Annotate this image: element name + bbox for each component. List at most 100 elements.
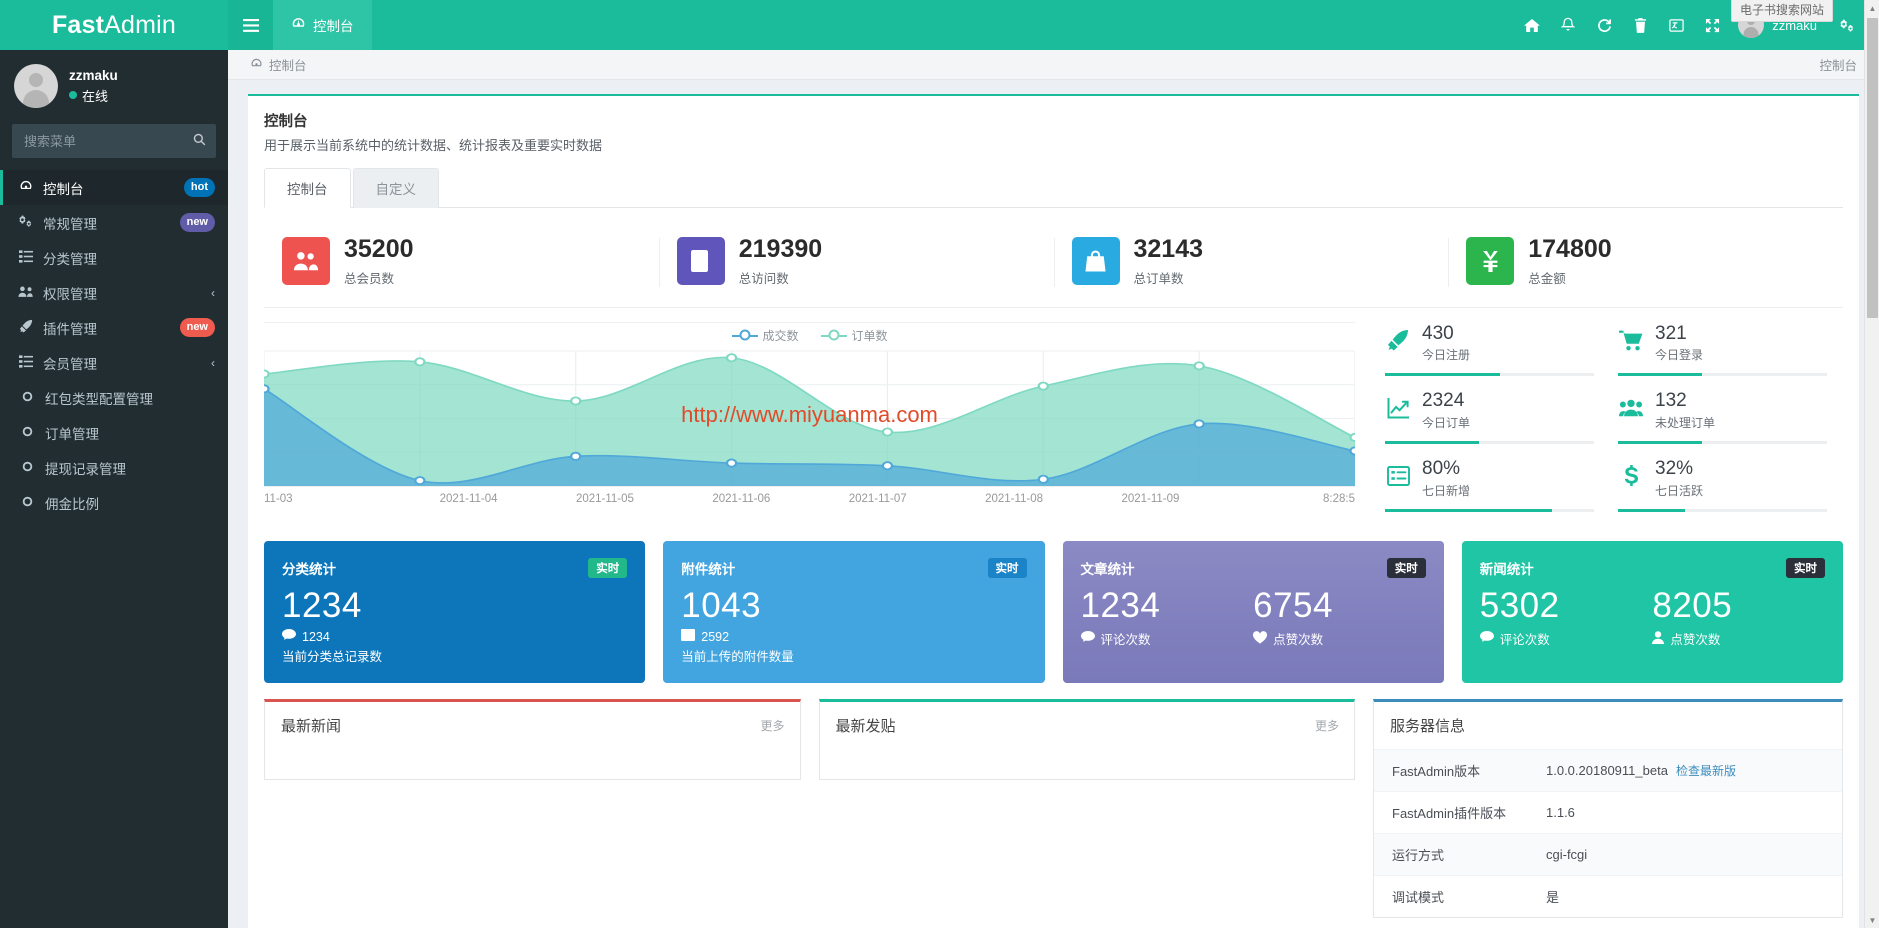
- server-info-value-cell: 是: [1534, 876, 1842, 918]
- sidebar-user-name: zzmaku: [69, 67, 118, 83]
- fullscreen-icon[interactable]: [1694, 0, 1730, 50]
- refresh-icon[interactable]: [1586, 0, 1622, 50]
- server-info-value-cell: 1.0.0.20180911_beta 检查最新版: [1534, 750, 1842, 792]
- kpi-text: 32% 七日活跃: [1655, 458, 1704, 499]
- x-tick-7: 8:28:5: [1323, 492, 1355, 505]
- stat-card-sub: 评论次数: [1080, 629, 1254, 648]
- kpi-content: 32% 七日活跃: [1618, 458, 1827, 509]
- check-latest-version-link[interactable]: 检查最新版: [1676, 764, 1736, 778]
- sidebar-user-panel[interactable]: zzmaku 在线: [0, 50, 228, 122]
- breadcrumb-label[interactable]: 控制台: [269, 55, 307, 74]
- gear-icon[interactable]: [1829, 0, 1865, 50]
- stat-card-title: 附件统计: [681, 562, 736, 578]
- brand-logo[interactable]: Fast Admin: [0, 0, 228, 50]
- stat-card-title: 新闻统计: [1479, 562, 1534, 578]
- home-icon[interactable]: [1514, 0, 1550, 50]
- online-dot-icon: [69, 91, 77, 99]
- stat-card-sub: 1234: [282, 629, 627, 644]
- page-scrollbar[interactable]: ▲ ▼: [1864, 0, 1879, 928]
- sidebar-item-label: 常规管理: [43, 216, 97, 232]
- topbar-tab-label: 控制台: [313, 19, 354, 34]
- circle-icon: [19, 425, 36, 440]
- stat-card-1[interactable]: 附件统计 实时 1043 2592 当前上传的附件数量: [663, 541, 1045, 684]
- sidebar-item-4[interactable]: 插件管理 new: [0, 310, 228, 345]
- circle-icon: [19, 460, 36, 475]
- server-info-key: FastAdmin版本: [1392, 764, 1481, 780]
- summary-stat-0: 35200 总会员数: [264, 224, 659, 307]
- app-root: FastAdmin zzmaku 在线 控制台 hot 常规管理 new 分类管理权限管…: [0, 0, 1879, 928]
- group-icon: [1618, 398, 1644, 424]
- sidebar-item-7[interactable]: 订单管理: [0, 415, 228, 450]
- summary-stat-text: 32143 总订单数: [1134, 235, 1204, 287]
- latest-news-more-link[interactable]: 更多: [760, 717, 784, 734]
- sidebar-item-1[interactable]: 常规管理 new: [0, 205, 228, 240]
- stat-card-header: 文章统计 实时: [1081, 558, 1426, 579]
- server-info-header: 服务器信息: [1374, 702, 1842, 749]
- stat-card-2[interactable]: 文章统计 实时 1234 评论次数 6754 点赞次数: [1062, 541, 1444, 684]
- legend-marker-icon: [731, 330, 758, 341]
- realtime-badge: 实时: [588, 558, 628, 579]
- bell-icon[interactable]: [1550, 0, 1586, 50]
- kpi-text: 2324 今日订单: [1422, 390, 1470, 431]
- sidebar-item-badge: new: [179, 213, 215, 232]
- stat-card-0[interactable]: 分类统计 实时 1234 1234 当前分类总记录数: [264, 541, 646, 684]
- trash-icon[interactable]: [1622, 0, 1658, 50]
- realtime-badge: 实时: [1386, 558, 1426, 579]
- dashboard-tabs: 控制台 自定义: [264, 168, 1843, 208]
- dashboard-icon: [291, 16, 306, 34]
- breadcrumb-left: 控制台: [250, 55, 307, 74]
- user-icon: [1652, 631, 1665, 647]
- stat-card-value: 8205: [1652, 586, 1733, 626]
- circle-icon: [19, 495, 36, 510]
- rocket-icon: [17, 319, 34, 336]
- stat-card-header: 新闻统计 实时: [1479, 558, 1825, 579]
- chevron-left-icon: ‹: [211, 285, 215, 300]
- circle-icon: [19, 390, 36, 405]
- sidebar-toggle-button[interactable]: [228, 0, 273, 50]
- scrollbar-thumb[interactable]: [1867, 18, 1878, 318]
- latest-posts-header: 最新发贴 更多: [820, 702, 1355, 749]
- stat-card-sub: 评论次数: [1479, 629, 1653, 648]
- legend-label: 订单数: [851, 328, 888, 343]
- scroll-up-icon[interactable]: ▲: [1865, 0, 1879, 16]
- sidebar-item-6[interactable]: 红包类型配置管理: [0, 380, 228, 415]
- server-info-value-cell: cgi-fcgi: [1534, 834, 1842, 876]
- kpi-label: 七日活跃: [1655, 484, 1704, 499]
- stat-card-description: 当前分类总记录数: [282, 650, 383, 665]
- sidebar-item-2[interactable]: 分类管理: [0, 240, 228, 275]
- topbar-tab-dashboard[interactable]: 控制台: [273, 0, 372, 50]
- legend-item-0[interactable]: 成交数: [731, 327, 799, 344]
- tab-1[interactable]: 自定义: [352, 168, 439, 208]
- x-tick-5: 2021-11-08: [985, 492, 1044, 505]
- sidebar-item-3[interactable]: 权限管理 ‹: [0, 275, 228, 310]
- stat-card-3[interactable]: 新闻统计 实时 5302 评论次数 8205 点赞次数: [1461, 541, 1843, 684]
- latest-posts-more-link[interactable]: 更多: [1315, 717, 1339, 734]
- search-input[interactable]: [12, 124, 216, 158]
- kpi-2: 2324 今日订单: [1377, 389, 1610, 445]
- summary-stat-label: 总金额: [1528, 271, 1566, 286]
- stat-card-values: 1234 1234: [282, 586, 627, 644]
- stat-card-value: 5302: [1479, 586, 1560, 626]
- chart-x-axis: 11-03 2021-11-04 2021-11-05 2021-11-06 2021-…: [264, 493, 1355, 505]
- sidebar-item-5[interactable]: 会员管理 ‹: [0, 345, 228, 380]
- topbar: 控制台 zzmaku 电子书搜索网站: [228, 0, 1879, 50]
- tab-0[interactable]: 控制台: [264, 168, 351, 208]
- sidebar-user-status: 在线: [69, 86, 118, 105]
- sidebar-item-0[interactable]: 控制台 hot: [0, 170, 228, 205]
- sidebar-item-9[interactable]: 佣金比例: [0, 485, 228, 520]
- summary-stat-value: 35200: [344, 235, 414, 263]
- stat-card-column: 1043 2592: [681, 586, 1026, 644]
- sidebar-item-8[interactable]: 提现记录管理: [0, 450, 228, 485]
- latest-posts-panel: 最新发贴 更多: [818, 699, 1355, 781]
- summary-stat-3: 174800 总金额: [1448, 224, 1843, 307]
- scroll-down-icon[interactable]: ▼: [1865, 912, 1879, 928]
- summary-stat-text: 35200 总会员数: [344, 235, 414, 287]
- kpi-progress-fill: [1385, 441, 1480, 445]
- legend-item-1[interactable]: 订单数: [820, 327, 888, 344]
- kpi-1: 321 今日登录: [1610, 322, 1843, 377]
- legend-marker-icon: [820, 330, 847, 341]
- kpi-0: 430 今日注册: [1377, 322, 1610, 377]
- summary-stat-label: 总会员数: [344, 271, 395, 286]
- language-icon[interactable]: [1658, 0, 1694, 50]
- summary-stat-1: 219390 总访问数: [658, 224, 1054, 307]
